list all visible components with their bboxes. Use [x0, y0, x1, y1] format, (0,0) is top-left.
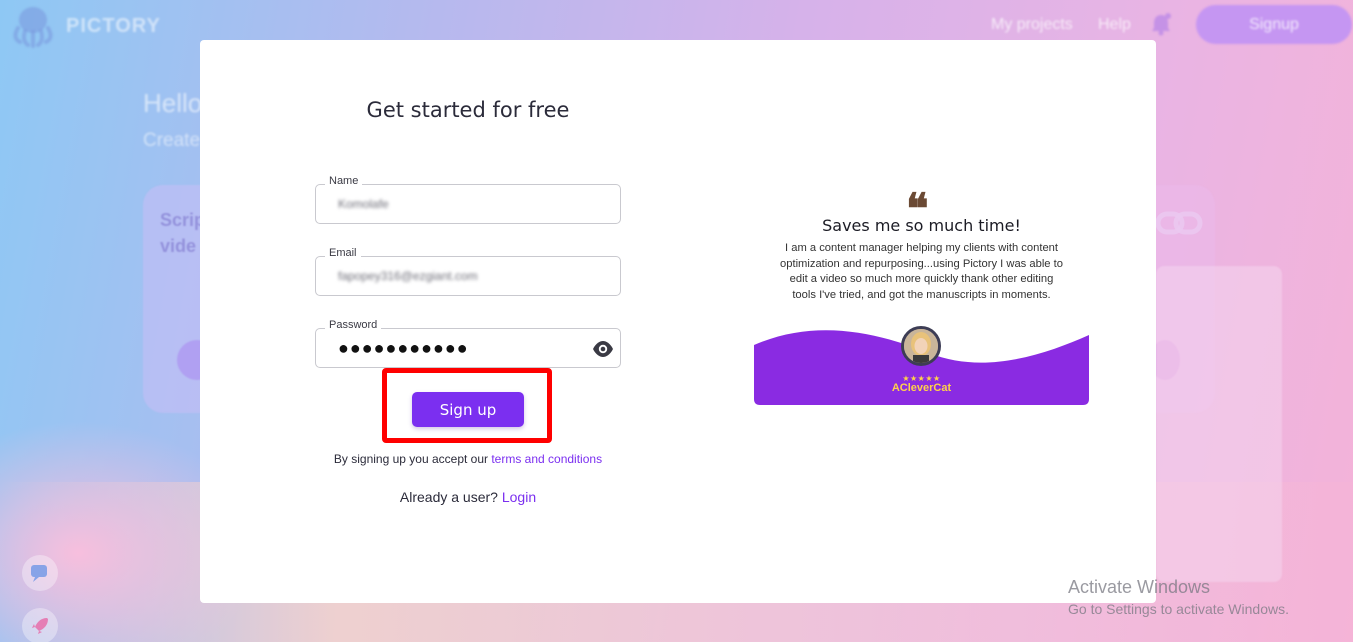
email-field[interactable]: fapopey316@ezgiant.com Email	[315, 247, 621, 296]
terms-prefix: By signing up you accept our	[333, 452, 492, 466]
email-value: fapopey316@ezgiant.com	[338, 269, 478, 283]
testimonial-body: I am a content manager helping my client…	[780, 242, 1063, 301]
chat-icon[interactable]	[22, 555, 58, 591]
octopus-logo-icon	[8, 4, 58, 48]
login-text: Already a user? Login	[200, 489, 736, 505]
sign-up-button[interactable]: Sign up	[412, 392, 524, 427]
background-greeting: Hello	[143, 88, 203, 118]
name-field[interactable]: Komolafe Name	[315, 175, 621, 224]
password-label: Password	[325, 319, 382, 331]
password-value: ●●●●●●●●●●●	[338, 338, 469, 358]
link-icon	[1155, 210, 1203, 236]
bell-icon[interactable]	[1150, 12, 1172, 36]
name-value: Komolafe	[338, 197, 389, 211]
reviewer-avatar	[901, 326, 941, 366]
login-prefix: Already a user?	[399, 489, 502, 505]
background-subtitle: Create	[143, 130, 201, 151]
windows-activation-watermark: Activate Windows Go to Settings to activ…	[1068, 577, 1289, 617]
password-input[interactable]: ●●●●●●●●●●●	[315, 328, 621, 368]
login-link[interactable]: Login	[502, 489, 536, 505]
email-input[interactable]: fapopey316@ezgiant.com	[315, 256, 621, 296]
reviewer-name: ACleverCat	[891, 382, 952, 394]
background-card-title: Scrip vide	[160, 210, 206, 256]
email-label: Email	[325, 247, 361, 259]
watermark-line-2: Go to Settings to activate Windows.	[1068, 601, 1289, 617]
testimonial-title: Saves me so much time!	[822, 216, 1021, 235]
background-panel	[1156, 266, 1282, 582]
brand-name: PICTORY	[66, 14, 161, 37]
eye-icon[interactable]	[592, 340, 614, 358]
terms-link[interactable]: terms and conditions	[491, 452, 602, 466]
brand-logo[interactable]: PICTORY	[8, 4, 161, 48]
terms-text: By signing up you accept our terms and c…	[200, 452, 736, 466]
rocket-icon[interactable]	[22, 608, 58, 642]
form-title: Get started for free	[366, 98, 570, 122]
password-field[interactable]: ●●●●●●●●●●● Password	[315, 319, 621, 368]
watermark-line-1: Activate Windows	[1068, 577, 1211, 597]
name-label: Name	[325, 175, 363, 187]
signup-modal: Get started for free Komolafe Name fapop…	[200, 40, 1156, 603]
nav-help[interactable]: Help	[1098, 16, 1131, 34]
name-input[interactable]: Komolafe	[315, 184, 621, 224]
nav-my-projects[interactable]: My projects	[991, 16, 1073, 34]
nav-signup-button[interactable]: Signup	[1196, 5, 1352, 44]
